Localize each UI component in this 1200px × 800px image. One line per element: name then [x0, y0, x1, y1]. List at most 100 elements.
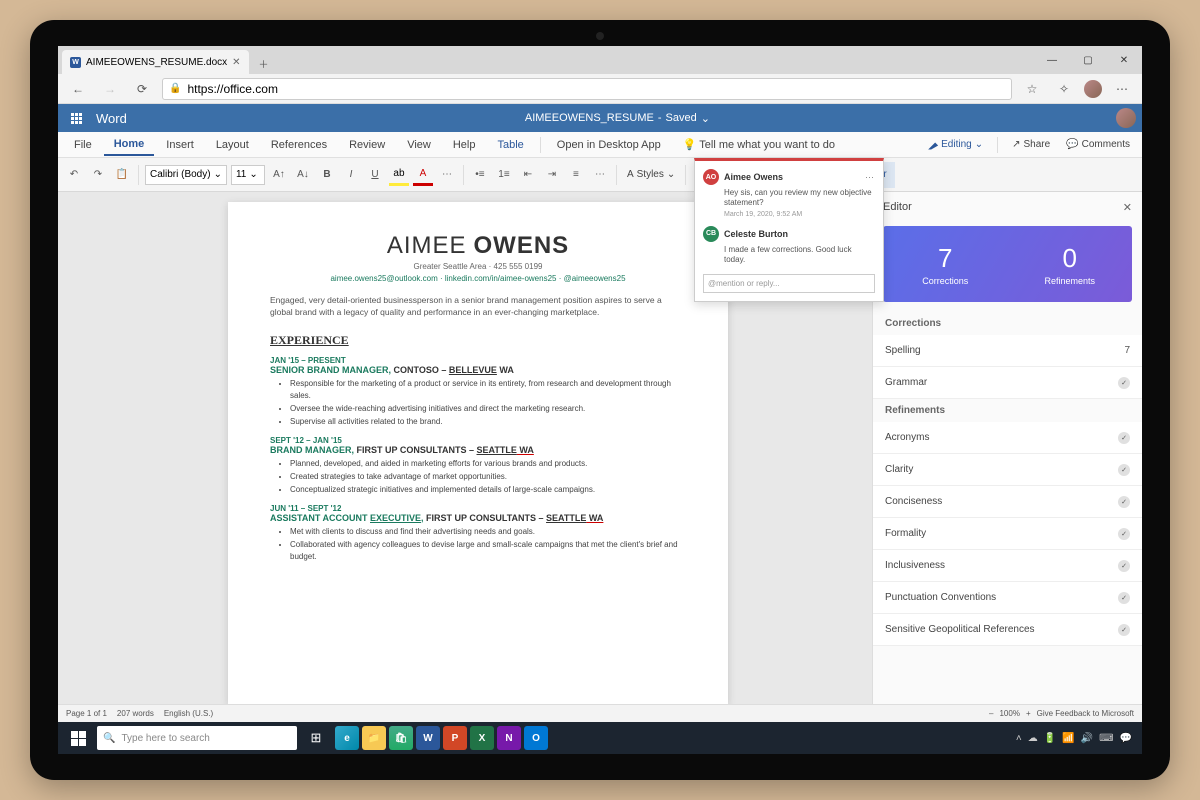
spelling-row[interactable]: Spelling7: [873, 335, 1142, 367]
align-button[interactable]: ≡: [566, 164, 586, 186]
tab-layout[interactable]: Layout: [206, 135, 259, 155]
battery-tray-icon[interactable]: 🔋: [1044, 733, 1056, 744]
numbering-button[interactable]: 1≡: [494, 164, 514, 186]
share-button[interactable]: ↗ Share: [1006, 136, 1056, 153]
tab-help[interactable]: Help: [443, 135, 486, 155]
tab-review[interactable]: Review: [339, 135, 395, 155]
user-avatar[interactable]: [1116, 108, 1136, 128]
open-desktop-app[interactable]: Open in Desktop App: [547, 135, 671, 155]
tab-references[interactable]: References: [261, 135, 337, 155]
workspace: AIMEE OWENS Greater Seattle Area · 425 5…: [58, 192, 1142, 704]
document-title-status[interactable]: AIMEEOWENS_RESUME - Saved ⌄: [525, 112, 710, 125]
word-favicon-icon: W: [70, 57, 81, 68]
zoom-level[interactable]: 100%: [999, 709, 1019, 718]
editing-mode-button[interactable]: Editing ⌄: [922, 136, 989, 153]
document-page[interactable]: AIMEE OWENS Greater Seattle Area · 425 5…: [228, 202, 728, 704]
search-icon: 🔍: [103, 733, 115, 744]
styles-button[interactable]: A Styles ⌄: [623, 169, 679, 180]
language-status[interactable]: English (U.S.): [164, 709, 213, 718]
bold-button[interactable]: B: [317, 164, 337, 186]
task-view-button[interactable]: ⊞: [300, 722, 332, 754]
tab-home[interactable]: Home: [104, 134, 155, 156]
more-font-button[interactable]: ⋯: [437, 164, 457, 186]
refinement-row[interactable]: Clarity✓: [873, 454, 1142, 486]
powerpoint-app-icon[interactable]: P: [443, 726, 467, 750]
tab-close-icon[interactable]: ✕: [232, 57, 240, 68]
grow-font-button[interactable]: A↑: [269, 164, 289, 186]
store-app-icon[interactable]: 🛍: [389, 726, 413, 750]
refinement-row[interactable]: Punctuation Conventions✓: [873, 582, 1142, 614]
favorite-button[interactable]: ☆: [1020, 77, 1044, 101]
underline-button[interactable]: U: [365, 164, 385, 186]
close-panel-button[interactable]: ✕: [1123, 201, 1132, 214]
increase-indent-button[interactable]: ⇥: [542, 164, 562, 186]
undo-button[interactable]: ↶: [64, 164, 84, 186]
comment-reply-input[interactable]: @mention or reply...: [703, 274, 875, 293]
excel-app-icon[interactable]: X: [470, 726, 494, 750]
tab-file[interactable]: File: [64, 135, 102, 155]
font-selector[interactable]: Calibri (Body)⌄: [145, 165, 227, 185]
word-app-icon[interactable]: W: [416, 726, 440, 750]
collections-button[interactable]: ✧: [1052, 77, 1076, 101]
bulb-icon: 💡: [683, 139, 697, 151]
explorer-app-icon[interactable]: 📁: [362, 726, 386, 750]
bullets-button[interactable]: •≡: [470, 164, 490, 186]
onenote-app-icon[interactable]: N: [497, 726, 521, 750]
outlook-app-icon[interactable]: O: [524, 726, 548, 750]
profile-avatar[interactable]: [1084, 80, 1102, 98]
decrease-indent-button[interactable]: ⇤: [518, 164, 538, 186]
paste-button[interactable]: 📋: [112, 164, 132, 186]
job-date: SEPT '12 – JAN '15: [270, 436, 686, 445]
resume-links: aimee.owens25@outlook.com · linkedin.com…: [270, 274, 686, 283]
italic-button[interactable]: I: [341, 164, 361, 186]
job-date: JAN '15 – PRESENT: [270, 356, 686, 365]
tray-chevron-icon[interactable]: ˄: [1016, 733, 1022, 744]
new-tab-button[interactable]: ＋: [253, 52, 275, 74]
action-center-icon[interactable]: 💬: [1120, 733, 1132, 744]
taskbar-search[interactable]: 🔍Type here to search: [97, 726, 297, 750]
more-para-button[interactable]: ⋯: [590, 164, 610, 186]
edge-app-icon[interactable]: e: [335, 726, 359, 750]
job-title: BRAND MANAGER, FIRST UP CONSULTANTS – SE…: [270, 445, 686, 455]
refinement-row[interactable]: Sensitive Geopolitical References✓: [873, 614, 1142, 646]
start-button[interactable]: [62, 722, 94, 754]
forward-button[interactable]: →: [98, 77, 122, 101]
comments-button[interactable]: 💬 Comments: [1060, 136, 1136, 153]
refinement-row[interactable]: Inclusiveness✓: [873, 550, 1142, 582]
font-color-button[interactable]: A: [413, 164, 433, 186]
volume-tray-icon[interactable]: 🔊: [1081, 733, 1093, 744]
word-count[interactable]: 207 words: [117, 709, 154, 718]
back-button[interactable]: ←: [66, 77, 90, 101]
app-launcher-icon[interactable]: [64, 106, 88, 130]
tell-me-search[interactable]: 💡 Tell me what you want to do: [673, 134, 845, 155]
window-minimize-button[interactable]: —: [1034, 46, 1070, 74]
tab-table[interactable]: Table: [487, 135, 533, 155]
window-close-button[interactable]: ✕: [1106, 46, 1142, 74]
comment-thread-card[interactable]: AO Aimee Owens ⋯ Hey sis, can you review…: [694, 192, 884, 302]
grammar-row[interactable]: Grammar✓: [873, 367, 1142, 399]
page-count[interactable]: Page 1 of 1: [66, 709, 107, 718]
ime-tray-icon[interactable]: ⌨: [1099, 733, 1113, 744]
browser-tab[interactable]: W AIMEEOWENS_RESUME.docx ✕: [62, 50, 249, 74]
url-input[interactable]: 🔒 https://office.com: [162, 78, 1012, 100]
tab-insert[interactable]: Insert: [156, 135, 204, 155]
resume-objective: Engaged, very detail-oriented businesspe…: [270, 295, 686, 319]
shrink-font-button[interactable]: A↓: [293, 164, 313, 186]
refresh-button[interactable]: ⟳: [130, 77, 154, 101]
wifi-tray-icon[interactable]: 📶: [1062, 733, 1074, 744]
refinement-row[interactable]: Acronyms✓: [873, 422, 1142, 454]
refinement-row[interactable]: Formality✓: [873, 518, 1142, 550]
redo-button[interactable]: ↷: [88, 164, 108, 186]
onedrive-tray-icon[interactable]: ☁: [1028, 733, 1038, 744]
corrections-stat[interactable]: 7Corrections: [883, 226, 1008, 302]
tab-view[interactable]: View: [397, 135, 441, 155]
feedback-link[interactable]: Give Feedback to Microsoft: [1037, 709, 1134, 718]
browser-menu-button[interactable]: ⋯: [1110, 77, 1134, 101]
refinement-row[interactable]: Conciseness✓: [873, 486, 1142, 518]
window-maximize-button[interactable]: ▢: [1070, 46, 1106, 74]
job-bullets: Planned, developed, and aided in marketi…: [290, 458, 686, 496]
browser-tab-strip: W AIMEEOWENS_RESUME.docx ✕ ＋ — ▢ ✕: [58, 46, 1142, 74]
font-size-selector[interactable]: 11⌄: [231, 165, 265, 185]
refinements-stat[interactable]: 0Refinements: [1008, 226, 1133, 302]
highlight-button[interactable]: ab: [389, 164, 409, 186]
